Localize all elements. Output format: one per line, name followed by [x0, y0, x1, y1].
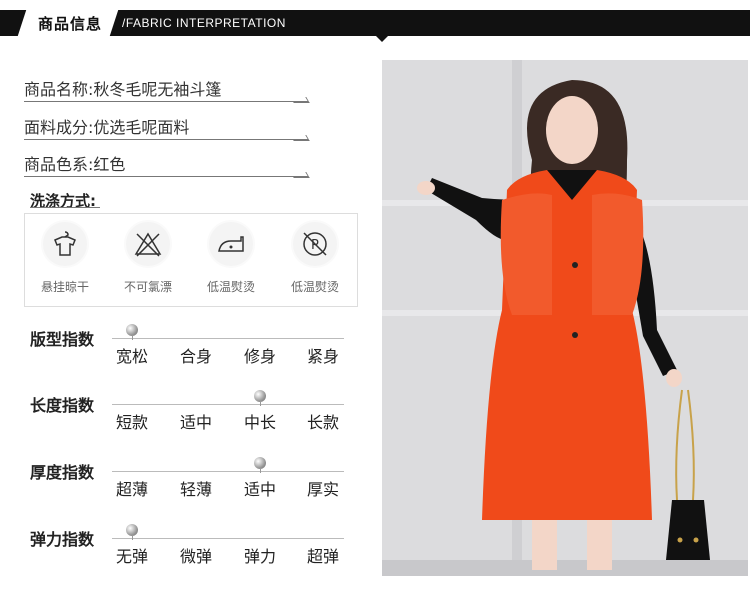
index-track — [112, 404, 344, 405]
product-photo — [382, 60, 748, 576]
divider — [24, 101, 308, 102]
index-label: 版型指数 — [30, 330, 95, 349]
divider-tail — [290, 135, 310, 141]
index-option: 合身 — [179, 347, 212, 366]
index-option: 紧身 — [306, 347, 339, 366]
care-item-low-iron: 低温熨烫 — [191, 222, 271, 295]
index-marker-stem — [132, 334, 133, 340]
care-label: 低温熨烫 — [290, 280, 339, 294]
washing-underline — [30, 204, 100, 208]
index-option: 超薄 — [115, 480, 148, 499]
header-subtitle: /FABRIC INTERPRETATION — [122, 16, 286, 30]
low-iron-icon — [218, 236, 244, 252]
care-label: 不可氯漂 — [123, 280, 172, 294]
svg-text:P: P — [311, 238, 319, 253]
index-track — [112, 471, 344, 472]
dry-clean-p-icon: P — [303, 232, 327, 256]
care-item-hang-dry: 悬挂晾干 — [25, 222, 105, 295]
care-label: 悬挂晾干 — [40, 280, 89, 294]
index-label: 长度指数 — [30, 396, 95, 415]
divider — [24, 176, 308, 177]
product-name: 商品名称:秋冬毛呢无袖斗篷 — [24, 80, 222, 99]
care-label: 低温熨烫 — [206, 280, 255, 294]
index-option: 长款 — [306, 413, 339, 432]
index-option: 厚实 — [306, 480, 339, 499]
index-option: 宽松 — [115, 347, 148, 366]
index-option: 修身 — [243, 347, 276, 366]
divider-tail — [290, 172, 310, 178]
index-option: 无弹 — [115, 547, 148, 566]
index-option: 适中 — [243, 480, 276, 499]
index-track — [112, 338, 344, 339]
index-marker-stem — [260, 400, 261, 406]
product-color: 商品色系:红色 — [24, 155, 126, 174]
divider-tail — [290, 97, 310, 103]
index-option: 微弹 — [179, 547, 212, 566]
index-option: 超弹 — [306, 547, 339, 566]
care-item-dry-clean: P 低温熨烫 — [275, 222, 355, 295]
index-label: 厚度指数 — [30, 463, 95, 482]
product-material: 面料成分:优选毛呢面料 — [24, 118, 190, 137]
index-label: 弹力指数 — [30, 530, 95, 549]
header-title: 商品信息 — [38, 15, 103, 33]
divider — [24, 139, 308, 140]
section-header: 商品信息 /FABRIC INTERPRETATION — [0, 10, 750, 36]
index-option: 短款 — [115, 413, 148, 432]
index-option: 适中 — [179, 413, 212, 432]
index-marker-stem — [260, 467, 261, 473]
index-option: 中长 — [243, 413, 276, 432]
index-track — [112, 538, 344, 539]
care-item-no-bleach: 不可氯漂 — [108, 222, 188, 295]
no-bleach-icon — [134, 232, 162, 257]
header-notch-icon — [376, 36, 388, 42]
index-option: 弹力 — [243, 547, 276, 566]
hanging-shirt-icon — [54, 231, 76, 256]
index-marker-stem — [132, 534, 133, 540]
index-option: 轻薄 — [179, 480, 212, 499]
washing-panel: 悬挂晾干 不可氯漂 低温熨烫 P 低温熨烫 — [24, 213, 358, 307]
